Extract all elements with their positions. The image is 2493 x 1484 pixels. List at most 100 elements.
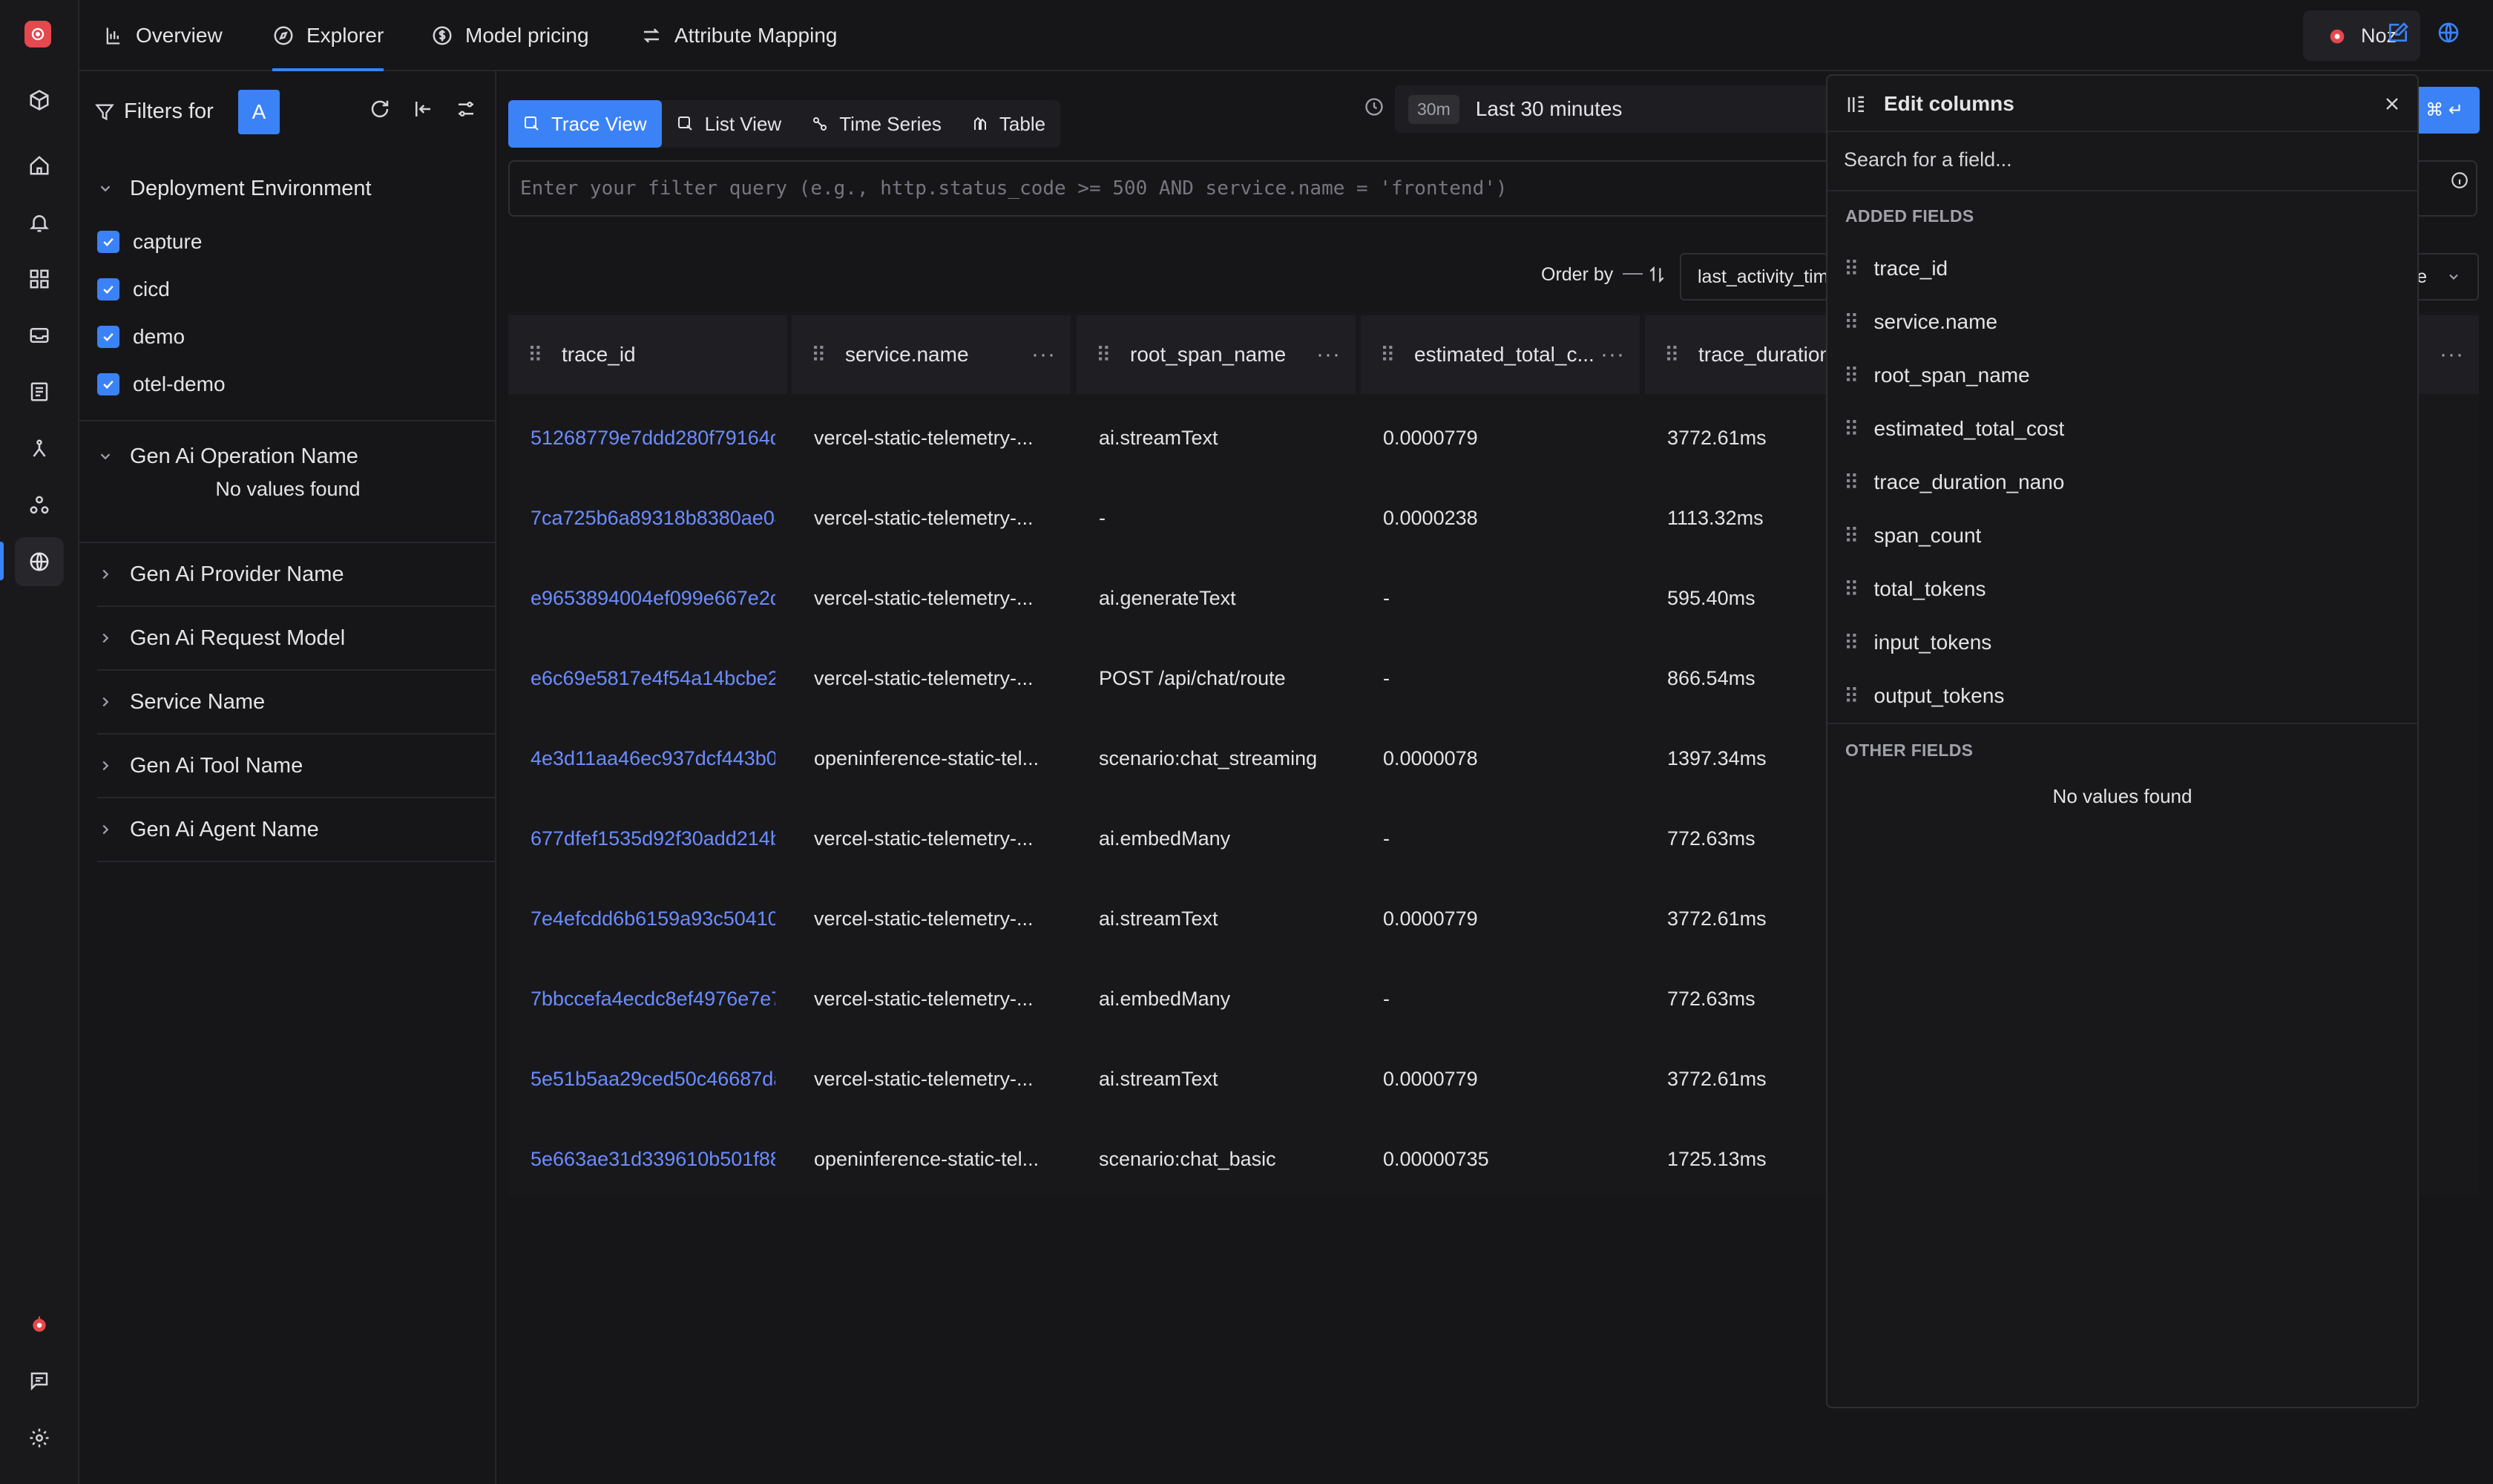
nav-tab-model-pricing[interactable]: Model pricing xyxy=(431,0,589,71)
column-menu-icon[interactable]: ··· xyxy=(1600,342,1625,367)
drag-handle-icon[interactable]: ⠿ xyxy=(1844,631,1859,655)
language-button[interactable] xyxy=(2437,21,2460,45)
field-label: estimated_total_cost xyxy=(1873,417,2065,440)
trace-id-link[interactable]: 5e663ae31d339610b501f886 xyxy=(531,1119,775,1199)
added-field-item[interactable]: ⠿ trace_duration_nano xyxy=(1844,456,2064,509)
close-panel-button[interactable] xyxy=(2382,93,2402,114)
sort-direction-button[interactable] xyxy=(1647,265,1666,284)
filter-section-gen-ai-tool-name[interactable]: Gen Ai Tool Name xyxy=(97,735,495,798)
rail-settings-button[interactable] xyxy=(15,1414,64,1462)
filter-section-deployment-environment[interactable]: Deployment Environment xyxy=(97,157,495,220)
home-icon xyxy=(30,156,49,175)
filters-header: Filters for A xyxy=(79,71,495,151)
drag-handle-icon[interactable]: ⠿ xyxy=(811,343,833,367)
rail-cube-button[interactable] xyxy=(15,76,64,125)
drag-handle-icon[interactable]: ⠿ xyxy=(1844,524,1859,548)
tab-list-view[interactable]: List View xyxy=(662,100,797,148)
filter-section-service-name[interactable]: Service Name xyxy=(97,671,495,735)
order-by-select[interactable]: last_activity_time xyxy=(1680,253,1828,301)
filter-section-gen-ai-agent-name[interactable]: Gen Ai Agent Name xyxy=(97,798,495,862)
nav-tab-attribute-mapping[interactable]: Attribute Mapping xyxy=(640,0,837,71)
column-header-label: service.name xyxy=(845,343,969,366)
nav-tab-explorer[interactable]: Explorer xyxy=(272,0,384,71)
filter-section-gen-ai-request-model[interactable]: Gen Ai Request Model xyxy=(97,607,495,671)
filter-option-cicd[interactable]: cicd xyxy=(97,266,170,313)
column-header-service-name[interactable]: ⠿ service.name ··· xyxy=(792,315,1071,394)
trace-id-link[interactable]: 5e51b5aa29ced50c46687dab xyxy=(531,1039,775,1119)
filter-section-gen-ai-provider-name[interactable]: Gen Ai Provider Name xyxy=(97,543,495,607)
filter-option-capture[interactable]: capture xyxy=(97,218,202,266)
collapse-sidebar-button[interactable] xyxy=(412,98,434,120)
drag-handle-icon[interactable]: ⠿ xyxy=(1844,417,1859,441)
column-header-label: trace_duration_ xyxy=(1698,343,1843,366)
app-logo[interactable] xyxy=(24,21,51,47)
field-search-input[interactable]: Search for a field... xyxy=(1827,132,2417,191)
refresh-button[interactable] xyxy=(369,98,391,120)
filters-sidebar: Filters for A Deployment Environment cap… xyxy=(79,71,496,1484)
field-label: trace_duration_nano xyxy=(1873,470,2065,493)
project-badge[interactable]: A xyxy=(238,90,280,134)
tab-trace-view[interactable]: Trace View xyxy=(508,100,662,148)
checkbox-checked[interactable] xyxy=(97,231,119,253)
filter-section-label: Gen Ai Provider Name xyxy=(130,562,344,586)
added-field-item[interactable]: ⠿ input_tokens xyxy=(1844,616,1991,669)
rail-mascot-button[interactable] xyxy=(15,1300,64,1349)
info-icon[interactable] xyxy=(2450,171,2469,190)
rail-alerts-button[interactable] xyxy=(15,198,64,247)
trace-id-link[interactable]: e9653894004ef099e667e2d xyxy=(531,558,775,638)
trace-id-link[interactable]: 7bbccefa4ecdc8ef4976e7e7 xyxy=(531,959,775,1039)
drag-handle-icon[interactable]: ⠿ xyxy=(1380,343,1402,367)
added-field-item[interactable]: ⠿ trace_id xyxy=(1844,242,1948,295)
rail-chat-button[interactable] xyxy=(15,1356,64,1405)
added-field-item[interactable]: ⠿ span_count xyxy=(1844,509,1981,562)
filter-option-demo[interactable]: demo xyxy=(97,313,185,361)
rail-traces-button[interactable] xyxy=(15,424,64,473)
filter-section-label: Gen Ai Tool Name xyxy=(130,753,303,778)
drag-handle-icon[interactable]: ⠿ xyxy=(528,343,550,367)
column-menu-icon[interactable]: ··· xyxy=(2440,342,2464,367)
tab-table[interactable]: Table xyxy=(956,100,1060,148)
logo-eye-icon xyxy=(31,27,45,41)
trace-id-link[interactable]: 7ca725b6a89318b8380ae04 xyxy=(531,478,775,558)
checkbox-checked[interactable] xyxy=(97,278,119,301)
rail-dashboards-button[interactable] xyxy=(15,255,64,303)
trace-id-link[interactable]: e6c69e5817e4f54a14bcbe29 xyxy=(531,638,775,718)
filter-option-otel-demo[interactable]: otel-demo xyxy=(97,361,226,408)
added-field-item[interactable]: ⠿ total_tokens xyxy=(1844,562,1986,616)
trace-id-link[interactable]: 7e4efcdd6b6159a93c50410f xyxy=(531,879,775,959)
added-field-item[interactable]: ⠿ estimated_total_cost xyxy=(1844,402,2064,456)
checkbox-checked[interactable] xyxy=(97,326,119,348)
column-menu-icon[interactable]: ··· xyxy=(1316,342,1341,367)
filter-settings-button[interactable] xyxy=(455,98,477,120)
drag-handle-icon[interactable]: ⠿ xyxy=(1844,364,1859,388)
checkbox-checked[interactable] xyxy=(97,373,119,395)
table-cell: 0.0000779 xyxy=(1383,426,1478,449)
drag-handle-icon[interactable]: ⠿ xyxy=(1844,577,1859,602)
added-field-item[interactable]: ⠿ service.name xyxy=(1844,295,1997,349)
trace-id-link[interactable]: 4e3d11aa46ec937dcf443b0b xyxy=(531,718,775,798)
drag-handle-icon[interactable]: ⠿ xyxy=(1664,343,1686,367)
drag-handle-icon[interactable]: ⠿ xyxy=(1844,257,1859,281)
column-header-estimated-total-cost[interactable]: ⠿ estimated_total_c... ··· xyxy=(1361,315,1640,394)
added-field-item[interactable]: ⠿ output_tokens xyxy=(1844,669,2004,723)
table-cell: vercel-static-telemetry-... xyxy=(814,586,1034,609)
rail-logs-button[interactable] xyxy=(15,367,64,416)
trace-id-link[interactable]: 677dfef1535d92f30add214be xyxy=(531,798,775,879)
tab-time-series[interactable]: Time Series xyxy=(796,100,956,148)
column-header-trace-id[interactable]: ⠿ trace_id xyxy=(508,315,787,394)
drag-handle-icon[interactable]: ⠿ xyxy=(1844,470,1859,495)
rail-services-button[interactable] xyxy=(15,481,64,530)
rail-home-button[interactable] xyxy=(15,141,64,190)
edit-button[interactable] xyxy=(2386,21,2410,45)
drag-handle-icon[interactable]: ⠿ xyxy=(1844,310,1859,335)
time-range-picker[interactable]: 30m Last 30 minutes xyxy=(1395,85,1840,133)
rail-explorer-button[interactable] xyxy=(15,537,64,586)
column-menu-icon[interactable]: ··· xyxy=(1031,342,1056,367)
column-header-root-span-name[interactable]: ⠿ root_span_name ··· xyxy=(1077,315,1356,394)
drag-handle-icon[interactable]: ⠿ xyxy=(1844,684,1859,709)
drag-handle-icon[interactable]: ⠿ xyxy=(1096,343,1118,367)
added-field-item[interactable]: ⠿ root_span_name xyxy=(1844,349,2030,402)
nav-tab-overview[interactable]: Overview xyxy=(103,0,223,71)
rail-inbox-button[interactable] xyxy=(15,311,64,360)
trace-id-link[interactable]: 51268779e7ddd280f79164d2 xyxy=(531,398,775,478)
